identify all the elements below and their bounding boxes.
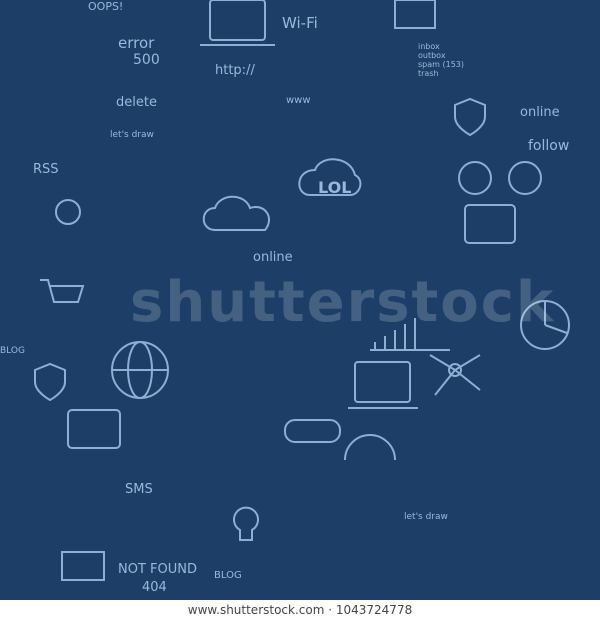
- gamepad-icon: [284, 419, 341, 443]
- envelope-icon-2: [61, 551, 105, 581]
- pause-icon: [508, 161, 542, 195]
- laptop-icon: [209, 0, 266, 41]
- image-footer: www.shutterstock.com · 1043724778: [187, 603, 413, 617]
- laptop-icon-2: [354, 361, 411, 403]
- doodle-pattern: OOPS! error 500 delete http:// Wi-Fi www…: [0, 0, 600, 600]
- cloud-icon: [202, 195, 270, 231]
- envelope-icon: [394, 0, 436, 29]
- shield-icon: [34, 362, 66, 402]
- shopping-cart-icon: [40, 279, 85, 303]
- shutterstock-watermark: shutterstock: [130, 270, 556, 335]
- play-icon: [458, 161, 492, 195]
- lightbulb-icon: [233, 506, 259, 541]
- shield-icon-2: [454, 97, 486, 137]
- power-icon: [55, 199, 81, 225]
- briefcase-icon-2: [67, 409, 121, 449]
- cloud-icon-2: [298, 158, 362, 196]
- headphones-icon: [344, 434, 396, 461]
- briefcase-icon: [464, 204, 516, 244]
